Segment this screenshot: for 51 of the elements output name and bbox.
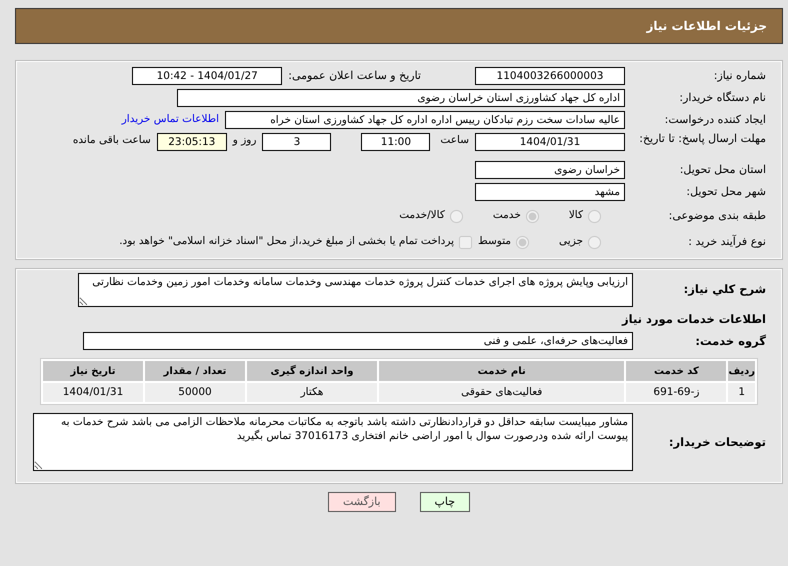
- section-title: اطلاعات خدمات مورد نیاز: [620, 311, 766, 328]
- table-cell: 1: [728, 383, 755, 402]
- column-header: کد خدمت: [626, 361, 726, 382]
- field-label: ساعت باقی مانده: [72, 133, 151, 148]
- column-header: ردیف: [728, 361, 755, 382]
- service-group-field: فعالیت‌های حرفه‌ای، علمی و فنی: [83, 332, 633, 350]
- announce-date-field: 1404/01/27 - 10:42: [132, 67, 282, 85]
- table-cell: فعالیت‌های حقوقی: [379, 383, 624, 402]
- option-label: خدمت: [492, 208, 521, 224]
- column-header: نام خدمت: [379, 361, 624, 382]
- checkbox-label: پرداخت تمام یا بخشی از مبلغ خرید،از محل "اسناد خزانه اسلامی" خواهد بود.: [119, 234, 454, 250]
- field-label: نوع فرآیند خرید :: [687, 234, 766, 250]
- city-field: مشهد: [475, 183, 625, 201]
- table-cell: هکتار: [247, 383, 377, 402]
- table-cell: 1404/01/31: [43, 383, 143, 402]
- buyer-org-field: اداره کل جهاد کشاورزی استان خراسان رضوی: [177, 89, 625, 107]
- field-label: شهر محل تحویل:: [685, 184, 766, 200]
- field-label: استان محل تحویل:: [678, 162, 766, 178]
- deadline-date-field: 1404/01/31: [475, 133, 625, 151]
- field-label: توضیحات خریدار:: [668, 434, 766, 451]
- buyer-notes-field[interactable]: مشاور میبایست سابقه حداقل دو قراردادنظارتی داشته باشد باتوجه به مکاتبات محرمانه ملاحظات الزامی می باشد شرح خدمات به پیوست ارائه شده ودرصورت سوال با امور اراضی خانم افتخاری 37016173 تماس بگیرید: [33, 413, 633, 472]
- province-field: خراسان رضوی: [475, 161, 625, 179]
- field-label: تاریخ و ساعت اعلان عمومی:: [288, 68, 421, 84]
- column-header: تعداد / مقدار: [145, 361, 245, 382]
- option-label: کالا/خدمت: [399, 208, 445, 224]
- page-header: جزئیات اطلاعات نیاز: [15, 8, 783, 44]
- table-cell: ز-69-691: [626, 383, 726, 402]
- need-number-field: 1104003266000003: [475, 67, 625, 85]
- field-label: ساعت: [440, 133, 469, 148]
- field-label: طبقه بندی موضوعی:: [668, 208, 766, 224]
- table-cell: 50000: [145, 383, 245, 402]
- option-label: متوسط: [478, 234, 512, 250]
- field-label: ایجاد کننده درخواست:: [664, 112, 766, 128]
- deadline-time-field: 11:00: [361, 133, 430, 151]
- back-button[interactable]: بازگشت: [328, 492, 396, 512]
- remaining-time-field: 23:05:13: [156, 133, 227, 151]
- field-label: شماره نیاز:: [712, 68, 766, 84]
- option-label: کالا: [568, 208, 583, 224]
- field-label: مهلت ارسال پاسخ: تا تاریخ:: [638, 133, 766, 145]
- field-label: شرح کلي نياز:: [682, 281, 766, 298]
- days-field: 3: [262, 133, 332, 151]
- contact-link[interactable]: اطلاعات تماس خریدار: [122, 112, 219, 128]
- print-button[interactable]: چاپ: [420, 492, 470, 512]
- field-label: نام دستگاه خریدار:: [678, 90, 766, 106]
- column-header: واحد اندازه گیری: [247, 361, 377, 382]
- field-label: روز و: [232, 133, 256, 148]
- field-label: گروه خدمت:: [694, 332, 766, 350]
- description-field[interactable]: ارزیابی وپایش پروژه های اجرای خدمات کنترل پروژه خدمات مهندسی وخدمات سامانه وخدمات امور زمین وخدمات نظارتی: [78, 273, 633, 307]
- column-header: تاریخ نیاز: [43, 361, 143, 382]
- option-label: جزیی: [559, 234, 583, 250]
- requester-field: عالیه سادات سخت رزم تبادکان رییس اداره اداره کل جهاد کشاورزی استان خراه: [225, 111, 625, 129]
